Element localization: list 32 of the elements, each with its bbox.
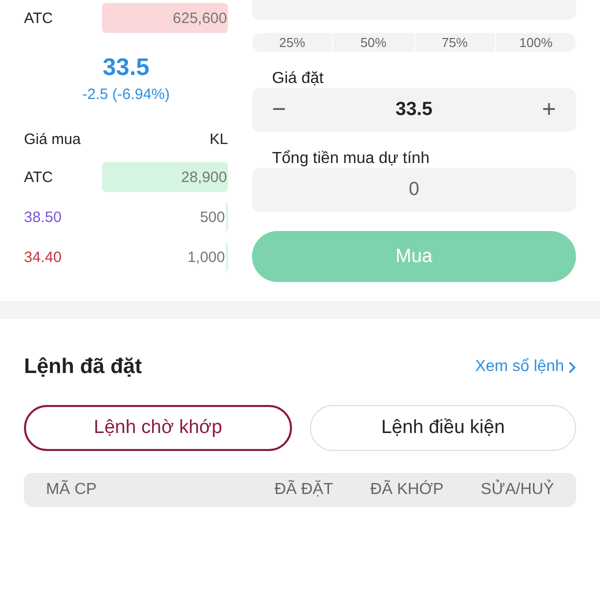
column-header: SỬA/HUỶ <box>480 481 554 499</box>
percent-button[interactable]: 25% <box>252 33 332 52</box>
column-header: MÃ CP <box>46 481 98 499</box>
price-change: -2.5 (-6.94%) <box>82 86 170 103</box>
order-tab[interactable]: Lệnh điều kiện <box>310 405 576 451</box>
column-header: ĐÃ ĐẶT <box>273 481 334 499</box>
column-header: KL <box>210 130 228 148</box>
field-label: Giá đặt <box>271 70 325 88</box>
minus-button[interactable]: − <box>272 96 286 124</box>
volume-text: 500 <box>102 202 228 232</box>
order-tab[interactable]: Lệnh chờ khớp <box>24 405 292 451</box>
column-header: Giá mua <box>24 130 81 148</box>
volume-text: 1,000 <box>102 242 228 272</box>
price-text: ATC <box>24 168 54 186</box>
price-text: ATC <box>24 10 54 26</box>
plus-button[interactable]: + <box>542 96 556 124</box>
field-label: Tổng tiền mua dự tính <box>271 150 430 168</box>
volume-cell: 28,900 <box>102 162 228 192</box>
chevron-right-icon <box>568 360 576 374</box>
price-value: 33.5 <box>394 99 434 121</box>
last-price: 33.5 <box>102 54 150 82</box>
price-field[interactable]: − 33.5 + <box>252 88 576 132</box>
column-header: ĐÃ KHỚP <box>369 481 444 499</box>
percent-button[interactable]: 75% <box>414 33 495 52</box>
volume-cell: 625,600 <box>102 3 228 33</box>
percent-button[interactable]: 100% <box>494 33 576 52</box>
total-value: 0 <box>408 179 420 201</box>
percent-button[interactable]: 50% <box>332 33 414 52</box>
view-orders-link[interactable]: Xem sổ lệnh <box>475 358 576 376</box>
section-title: Lệnh đã đặt <box>24 355 142 379</box>
price-text: 38.50 <box>24 208 63 226</box>
price-text: 34.40 <box>24 248 63 266</box>
